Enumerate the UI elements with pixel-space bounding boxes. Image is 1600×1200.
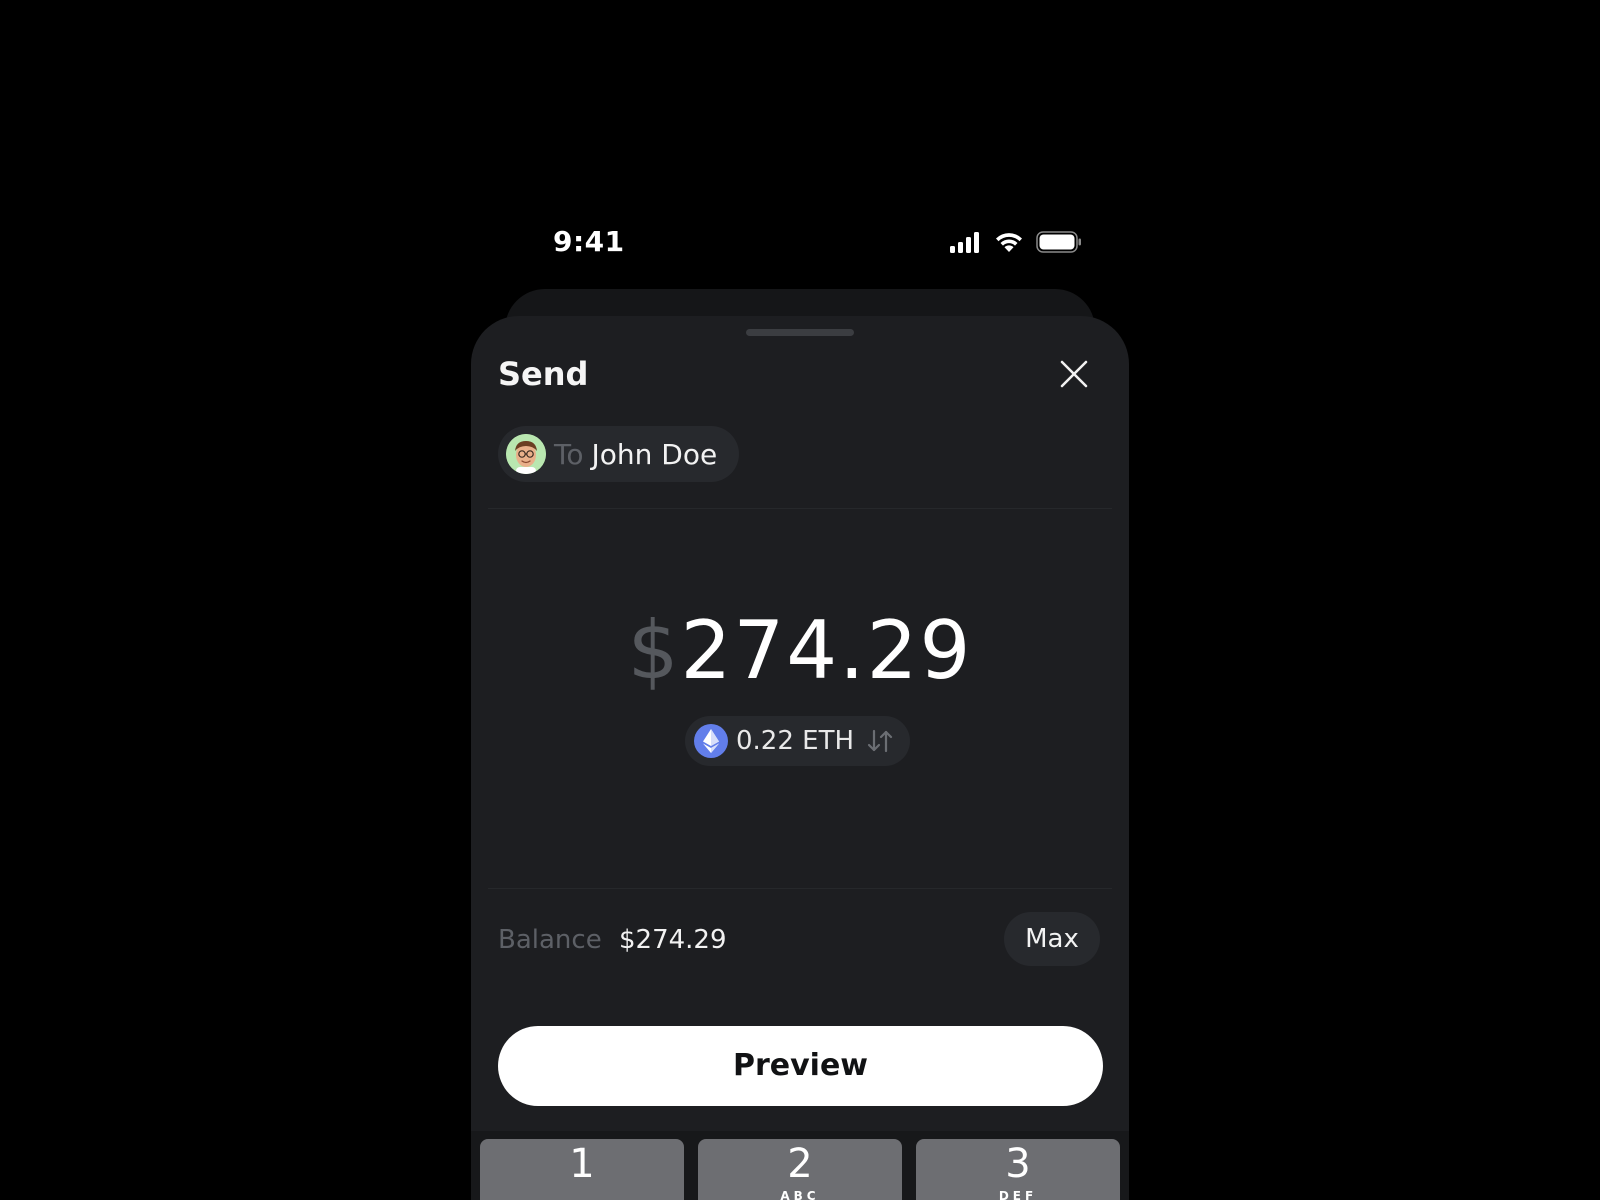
key-letters: DEF bbox=[998, 1189, 1038, 1200]
battery-icon bbox=[1036, 231, 1081, 253]
crypto-amount: 0.22 ETH bbox=[736, 726, 855, 756]
sheet-title: Send bbox=[498, 355, 589, 393]
ethereum-icon bbox=[694, 724, 728, 758]
key-number: 3 bbox=[1005, 1141, 1031, 1187]
bottom-divider bbox=[488, 888, 1112, 889]
max-button[interactable]: Max bbox=[1004, 912, 1100, 966]
preview-button[interactable]: Preview bbox=[498, 1026, 1103, 1106]
crypto-amount-chip[interactable]: 0.22 ETH bbox=[685, 716, 911, 766]
recipient-name: John Doe bbox=[591, 437, 718, 471]
balance-label: Balance bbox=[498, 925, 602, 955]
recipient-avatar bbox=[506, 434, 546, 474]
memoji-avatar-icon bbox=[506, 434, 546, 474]
send-sheet: Send To John Doe $274.29 0.22 ETH Balanc… bbox=[471, 316, 1129, 1200]
key-number: 2 bbox=[787, 1141, 813, 1187]
status-icons bbox=[950, 230, 1082, 254]
sheet-grabber[interactable] bbox=[746, 329, 854, 336]
amount-value: 274.29 bbox=[680, 604, 973, 697]
top-divider bbox=[488, 508, 1112, 509]
wifi-icon bbox=[996, 233, 1022, 252]
key-number: 1 bbox=[569, 1141, 595, 1187]
recipient-chip[interactable]: To John Doe bbox=[498, 426, 740, 482]
status-time: 9:41 bbox=[553, 225, 625, 258]
keypad-key-1[interactable]: 1 bbox=[480, 1139, 684, 1200]
screen: 9:41 Send To John Doe $274.29 0.22 ETH B… bbox=[0, 0, 1600, 1200]
amount-display[interactable]: $274.29 bbox=[471, 606, 1129, 696]
recipient-prefix: To bbox=[554, 437, 584, 471]
close-icon bbox=[1060, 360, 1088, 388]
cellular-signal-icon bbox=[950, 232, 979, 253]
close-button[interactable] bbox=[1056, 356, 1092, 392]
numeric-keypad: 1 2 ABC 3 DEF bbox=[471, 1131, 1129, 1200]
keypad-key-3[interactable]: 3 DEF bbox=[916, 1139, 1120, 1200]
status-bar: 9:41 bbox=[470, 222, 1130, 262]
amount-currency-symbol: $ bbox=[627, 604, 681, 697]
key-letters: ABC bbox=[780, 1189, 820, 1200]
balance-value: $274.29 bbox=[619, 925, 727, 955]
swap-arrows-icon[interactable] bbox=[866, 728, 894, 754]
keypad-key-2[interactable]: 2 ABC bbox=[698, 1139, 902, 1200]
